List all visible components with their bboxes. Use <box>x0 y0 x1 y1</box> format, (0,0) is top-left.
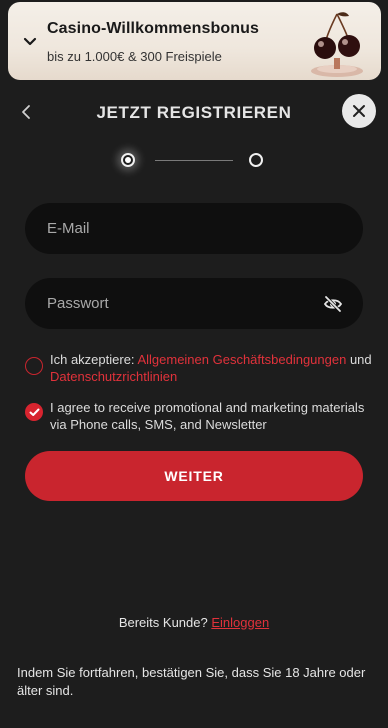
eye-slash-icon[interactable] <box>323 294 343 314</box>
registration-header: JETZT REGISTRIEREN <box>0 90 388 134</box>
age-disclaimer: Indem Sie fortfahren, bestätigen Sie, da… <box>17 665 366 698</box>
email-input[interactable] <box>45 219 299 238</box>
terms-checkbox[interactable] <box>25 357 43 375</box>
terms-middle: und <box>346 352 372 367</box>
progress-stepper <box>118 150 270 174</box>
page-title: JETZT REGISTRIEREN <box>96 103 292 122</box>
terms-prefix: Ich akzeptiere: <box>50 352 138 367</box>
login-link[interactable]: Einloggen <box>211 615 269 630</box>
login-prompt-text: Bereits Kunde? <box>118 615 212 630</box>
banner-subtitle: bis zu 1.000€ & 300 Freispiele <box>47 49 222 64</box>
terms-consent: Ich akzeptiere: Allgemeinen Geschäftsbed… <box>25 352 375 385</box>
login-prompt: Bereits Kunde? Einloggen <box>0 615 388 630</box>
cherries-image <box>311 12 363 77</box>
step-connector <box>155 160 233 161</box>
marketing-checkbox[interactable] <box>25 403 43 421</box>
marketing-consent: I agree to receive promotional and marke… <box>25 400 375 433</box>
bonus-banner[interactable]: Casino-Willkommensbonus bis zu 1.000€ & … <box>8 2 381 80</box>
password-field[interactable] <box>25 278 363 329</box>
step-2-indicator <box>249 153 263 167</box>
banner-title: Casino-Willkommensbonus <box>47 20 259 37</box>
step-1-indicator <box>121 153 135 167</box>
marketing-text: I agree to receive promotional and marke… <box>50 400 365 432</box>
privacy-link[interactable]: Datenschutzrichtlinien <box>50 369 177 384</box>
email-field[interactable] <box>25 203 363 254</box>
terms-link[interactable]: Allgemeinen Geschäftsbedingungen <box>137 352 346 367</box>
submit-button[interactable]: WEITER <box>25 451 363 501</box>
close-icon[interactable] <box>342 94 376 128</box>
checkmark-icon <box>29 408 39 416</box>
password-input[interactable] <box>45 294 299 313</box>
terms-text: Ich akzeptiere: Allgemeinen Geschäftsbed… <box>50 352 375 385</box>
chevron-down-icon[interactable] <box>20 32 40 52</box>
